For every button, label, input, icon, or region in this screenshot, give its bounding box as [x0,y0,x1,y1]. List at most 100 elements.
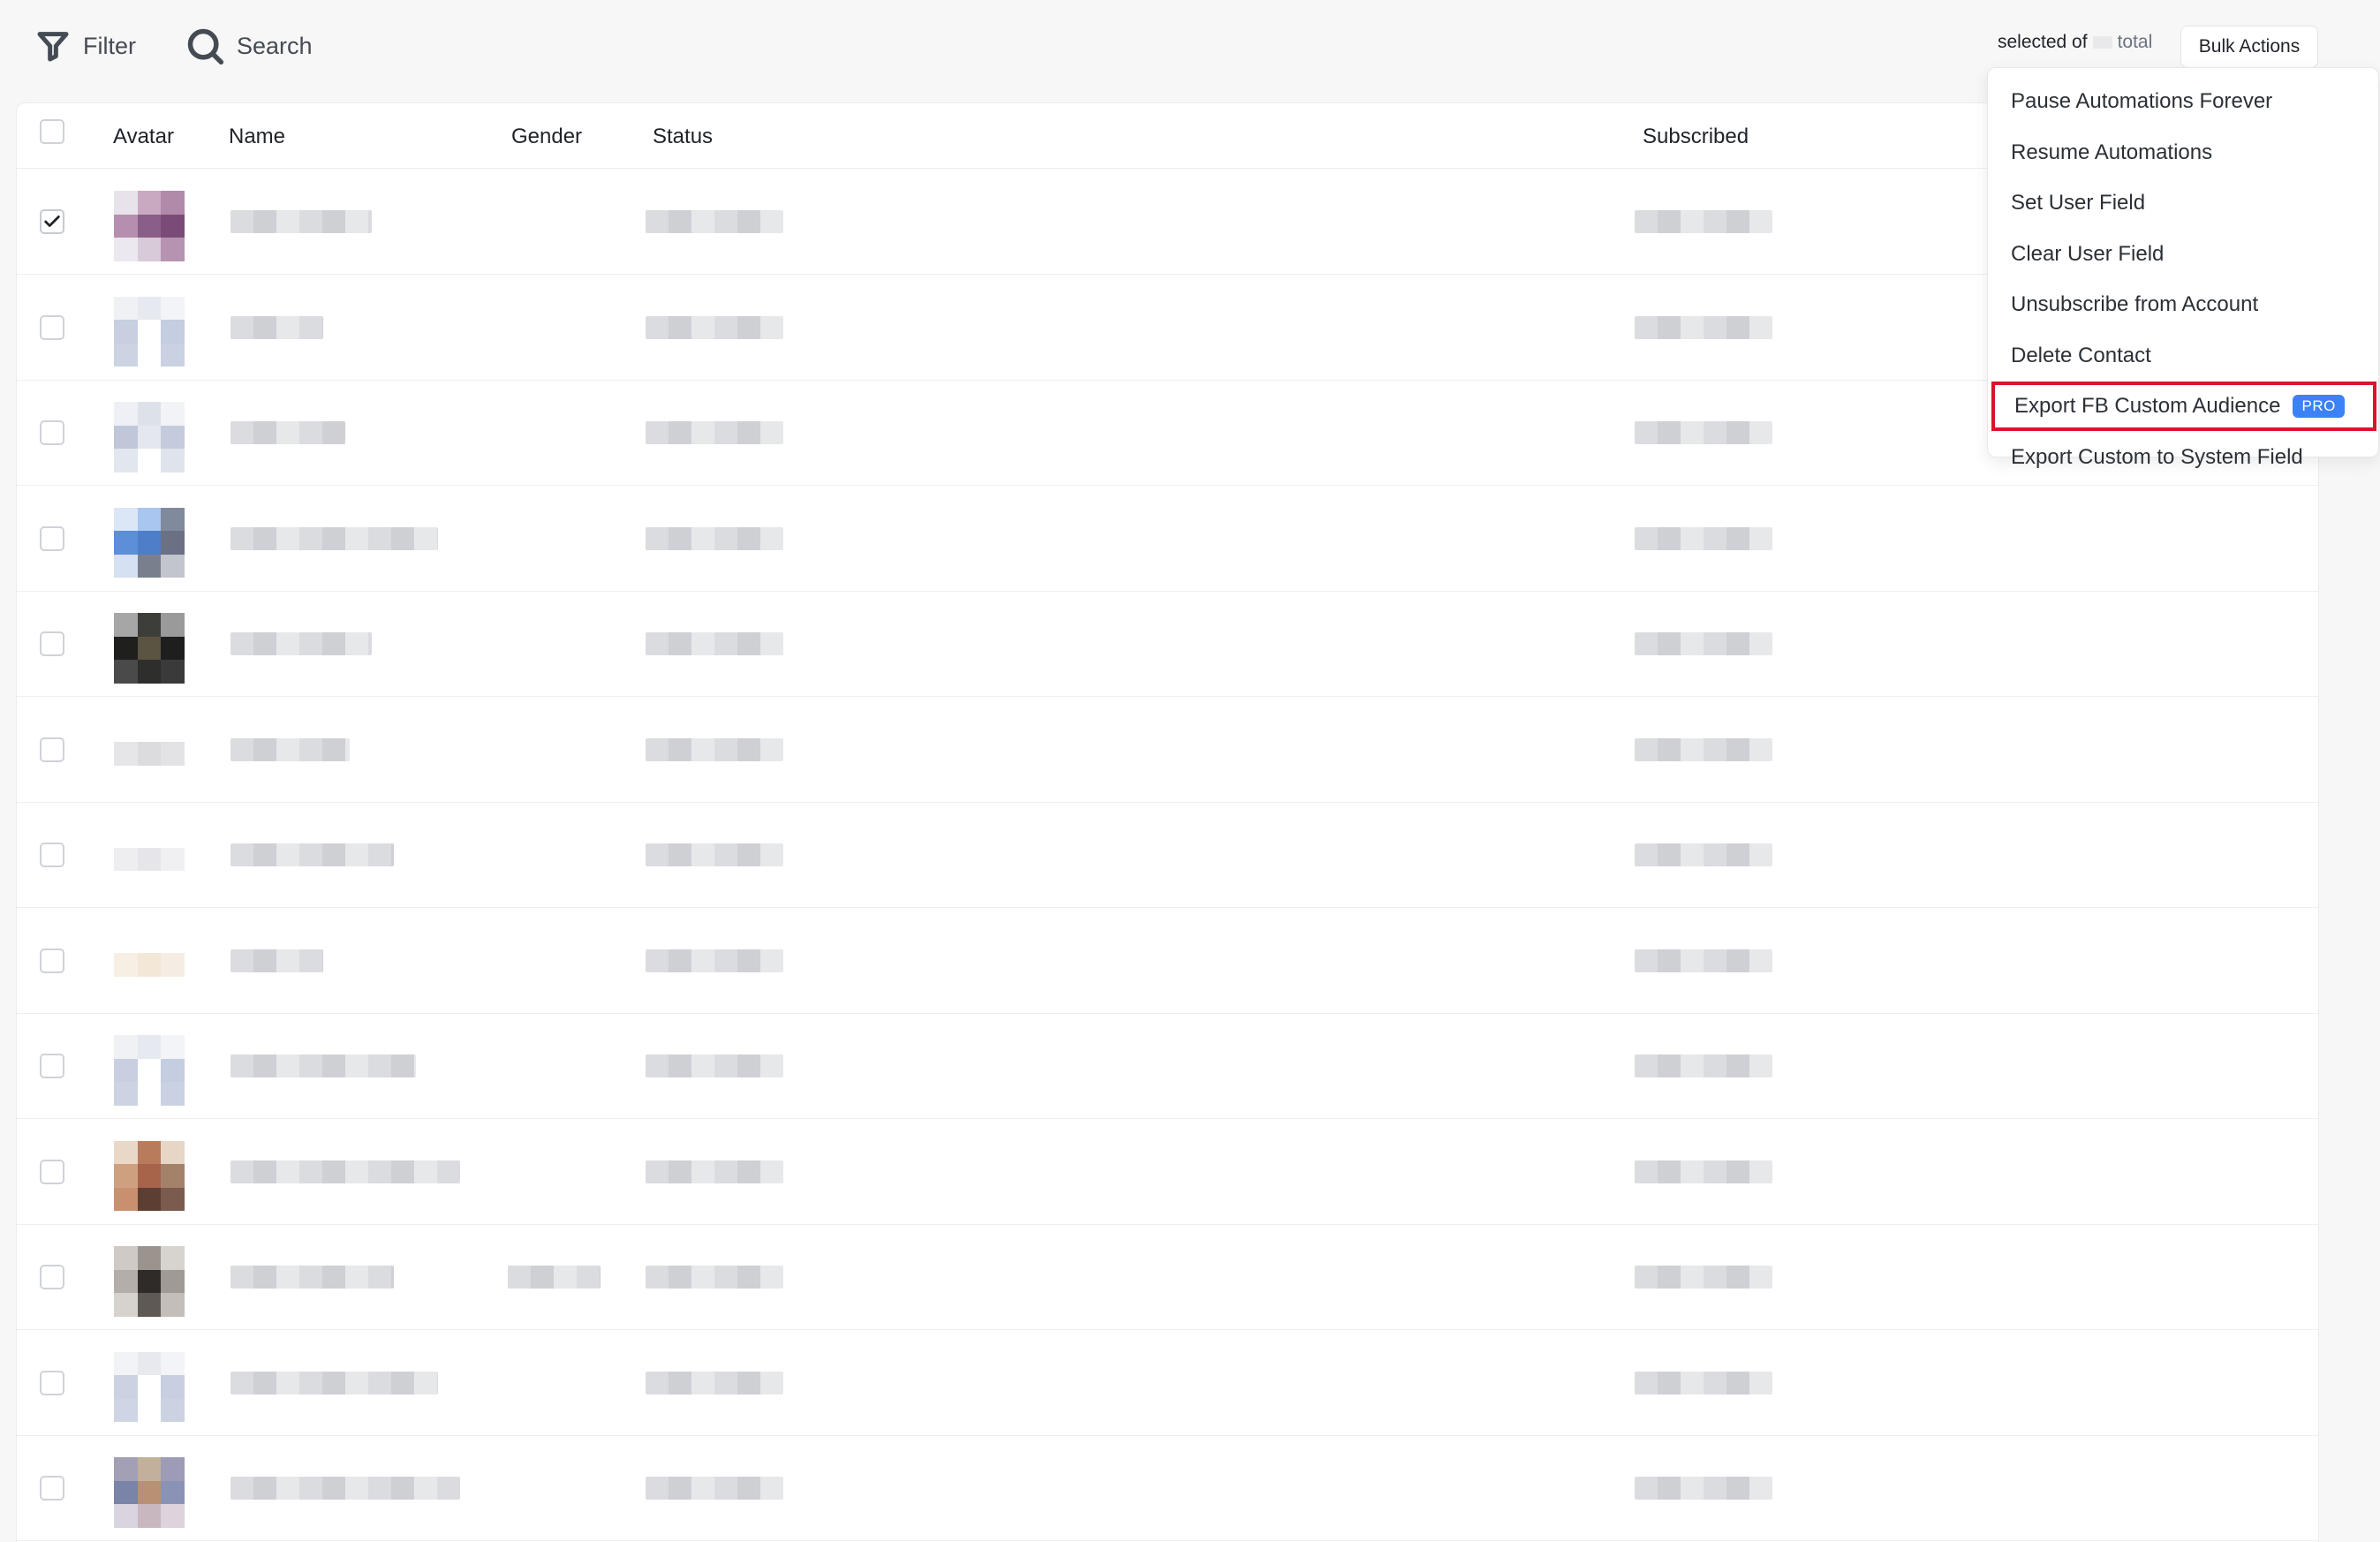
total-count-redacted [2092,36,2112,49]
name-redacted [230,1371,438,1395]
subscribed-redacted [1635,1054,1772,1077]
table-row[interactable] [17,1225,2318,1330]
table-row[interactable] [17,276,2318,381]
avatar [114,824,185,895]
row-checkbox[interactable] [40,420,64,445]
search-label: Search [237,32,313,59]
filter-label: Filter [83,32,136,59]
row-checkbox[interactable] [40,525,64,551]
avatar [114,402,185,472]
row-checkbox[interactable] [40,631,64,656]
avatar [114,613,185,684]
status-redacted [646,1054,783,1077]
row-checkbox[interactable] [40,737,64,762]
subscribed-redacted [1635,526,1772,550]
contacts-page: Filter Search selected of total Bulk Act… [0,0,2380,1542]
table-row[interactable] [17,698,2318,803]
avatar [114,1457,185,1528]
name-redacted [230,843,394,866]
menu-item-unsubscribe-from-account[interactable]: Unsubscribe from Account [1988,280,2378,329]
status-redacted [646,421,783,444]
menu-item-clear-user-field[interactable]: Clear User Field [1988,230,2378,279]
menu-item-export-custom-to-system-field[interactable]: Export Custom to System Field [1988,433,2378,482]
subscribed-redacted [1635,1160,1772,1183]
name-redacted [230,949,323,972]
table-row[interactable] [17,1331,2318,1436]
subscribed-redacted [1635,632,1772,655]
name-redacted [230,737,350,761]
name-redacted [230,1054,416,1077]
search-button[interactable]: Search [185,23,313,69]
table-row[interactable] [17,592,2318,697]
subscribed-redacted [1635,1477,1772,1500]
table-row[interactable] [17,487,2318,592]
row-checkbox[interactable] [40,1159,64,1184]
row-checkbox[interactable] [40,1265,64,1289]
table-row[interactable] [17,1436,2318,1541]
status-redacted [646,1160,783,1183]
column-header-status[interactable]: Status [653,125,713,149]
name-redacted [230,1160,460,1183]
avatar [114,1035,185,1106]
name-redacted [230,632,372,655]
name-redacted [230,526,438,550]
menu-item-pause-automations-forever[interactable]: Pause Automations Forever [1988,77,2378,126]
table-row[interactable] [17,803,2318,908]
table-row[interactable] [17,170,2318,275]
search-icon [187,28,224,65]
status-redacted [646,1477,783,1500]
contacts-table: Avatar Name Gender Status Subscribed [16,102,2319,1542]
avatar [114,1140,185,1212]
menu-item-label: Pause Automations Forever [2011,89,2273,113]
column-header-gender[interactable]: Gender [511,125,582,149]
status-redacted [646,210,783,233]
name-redacted [230,315,323,339]
row-checkbox[interactable] [40,843,64,867]
status-redacted [646,843,783,866]
menu-item-label: Export Custom to System Field [2011,444,2303,469]
menu-item-set-user-field[interactable]: Set User Field [1988,178,2378,228]
column-header-avatar[interactable]: Avatar [113,125,174,149]
bulk-actions-button[interactable]: Bulk Actions [2180,26,2318,68]
menu-item-resume-automations[interactable]: Resume Automations [1988,128,2378,178]
row-checkbox[interactable] [40,1476,64,1500]
column-header-subscribed[interactable]: Subscribed [1643,125,1749,149]
subscribed-redacted [1635,315,1772,339]
subscribed-redacted [1635,1371,1772,1395]
selection-summary: selected of total [1998,32,2152,53]
subscribed-redacted [1635,737,1772,761]
pro-badge: PRO [2293,395,2345,418]
filter-button[interactable]: Filter [35,23,136,69]
selection-word: selected of [1998,32,2088,52]
table-row[interactable] [17,909,2318,1014]
subscribed-redacted [1635,843,1772,866]
name-redacted [230,1477,460,1500]
row-checkbox[interactable] [40,209,64,234]
table-row[interactable] [17,381,2318,486]
menu-item-label: Resume Automations [2011,140,2213,164]
avatar [114,929,185,1001]
name-redacted [230,1266,394,1289]
gender-redacted [508,1266,601,1289]
row-checkbox[interactable] [40,1054,64,1078]
status-redacted [646,315,783,339]
row-checkbox[interactable] [40,314,64,340]
subscribed-redacted [1635,421,1772,444]
table-row[interactable] [17,1120,2318,1225]
total-word: total [2117,32,2153,52]
avatar [114,1246,185,1317]
column-header-name[interactable]: Name [229,125,285,149]
row-checkbox[interactable] [40,948,64,973]
menu-item-export-fb-custom-audience[interactable]: Export FB Custom Audience PRO [1991,382,2376,431]
menu-item-label: Export FB Custom Audience [2014,394,2281,418]
menu-item-delete-contact[interactable]: Delete Contact [1988,331,2378,381]
name-redacted [230,210,372,233]
table-row[interactable] [17,1014,2318,1119]
avatar [114,296,185,367]
avatar [114,718,185,790]
subscribed-redacted [1635,210,1772,233]
menu-item-label: Set User Field [2011,191,2146,215]
subscribed-redacted [1635,949,1772,972]
select-all-checkbox[interactable] [40,119,64,144]
row-checkbox[interactable] [40,1370,64,1395]
